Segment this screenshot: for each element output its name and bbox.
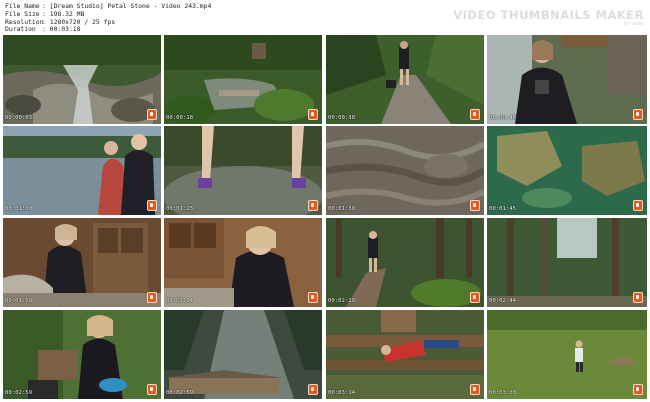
- thumbnail-3-timestamp: 00:00:30: [328, 115, 355, 121]
- thumbnail-5-image: [3, 126, 161, 215]
- thumbnail-7-image: [326, 126, 484, 215]
- studio-logo-icon: [470, 292, 480, 303]
- thumbnail-1[interactable]: 00:00:03: [3, 35, 161, 124]
- thumbnail-16-image: [487, 310, 647, 399]
- duration-row: Duration : 00:03:18: [5, 26, 211, 34]
- thumbnail-4-timestamp: 00:00:45: [489, 115, 516, 121]
- studio-logo-icon: [633, 109, 643, 120]
- thumbnail-9-timestamp: 00:01:59: [5, 298, 32, 304]
- thumbnail-15-timestamp: 00:03:14: [328, 390, 355, 396]
- thumbnail-8-timestamp: 00:01:45: [489, 206, 516, 212]
- duration-key: Duration: [5, 25, 36, 34]
- thumbnail-6[interactable]: 00:01:15: [164, 126, 322, 215]
- studio-logo-icon: [633, 292, 643, 303]
- thumbnail-7[interactable]: 00:01:30: [326, 126, 484, 215]
- thumbnail-15[interactable]: 00:03:14: [326, 310, 484, 399]
- studio-logo-icon: [308, 384, 318, 395]
- thumbnail-2[interactable]: 00:00:18: [164, 35, 322, 124]
- thumbnail-4[interactable]: 00:00:45: [487, 35, 647, 124]
- thumbnail-2-timestamp: 00:00:18: [166, 115, 193, 121]
- duration-sep: :: [42, 25, 46, 34]
- thumbnail-11-timestamp: 00:02:29: [328, 298, 355, 304]
- thumbnail-12[interactable]: 00:02:44: [487, 218, 647, 307]
- thumbnail-8[interactable]: 00:01:45: [487, 126, 647, 215]
- file-info-panel: File Name : [Dream Studio] Petal Stone -…: [5, 2, 211, 34]
- studio-logo-icon: [308, 292, 318, 303]
- brand-title: VIDEO THUMBNAILS MAKER: [453, 8, 644, 22]
- thumbnail-14-timestamp: 00:02:59: [166, 390, 193, 396]
- thumbnail-1-timestamp: 00:00:03: [5, 115, 32, 121]
- studio-logo-icon: [147, 200, 157, 211]
- thumbnail-13-image: [3, 310, 161, 399]
- thumbnail-13-timestamp: 00:02:59: [5, 390, 32, 396]
- thumbnail-12-image: [487, 218, 647, 307]
- branding-watermark: VIDEO THUMBNAILS MAKER by aoao: [453, 8, 644, 27]
- thumbnail-10-timestamp: 00:02:14: [166, 298, 193, 304]
- studio-logo-icon: [470, 384, 480, 395]
- thumbnail-14-image: [164, 310, 322, 399]
- thumbnail-2-image: [164, 35, 322, 124]
- thumbnail-3[interactable]: 00:00:30: [326, 35, 484, 124]
- thumbnail-16[interactable]: 00:03:00: [487, 310, 647, 399]
- studio-logo-icon: [470, 200, 480, 211]
- thumbnail-16-timestamp: 00:03:00: [489, 390, 516, 396]
- thumbnail-9[interactable]: 00:01:59: [3, 218, 161, 307]
- studio-logo-icon: [147, 292, 157, 303]
- thumbnail-7-timestamp: 00:01:30: [328, 206, 355, 212]
- thumbnail-5[interactable]: 00:01:00: [3, 126, 161, 215]
- thumbnail-8-image: [487, 126, 647, 215]
- thumbnail-1-image: [3, 35, 161, 124]
- thumbnail-13[interactable]: 00:02:59: [3, 310, 161, 399]
- studio-logo-icon: [147, 384, 157, 395]
- studio-logo-icon: [147, 109, 157, 120]
- thumbnail-10[interactable]: 00:02:14: [164, 218, 322, 307]
- thumbnail-10-image: [164, 218, 322, 307]
- studio-logo-icon: [633, 384, 643, 395]
- thumbnail-5-timestamp: 00:01:00: [5, 206, 32, 212]
- thumbnail-12-timestamp: 00:02:44: [489, 298, 516, 304]
- studio-logo-icon: [470, 109, 480, 120]
- thumbnail-14[interactable]: 00:02:59: [164, 310, 322, 399]
- thumbnail-11[interactable]: 00:02:29: [326, 218, 484, 307]
- studio-logo-icon: [308, 109, 318, 120]
- thumbnail-9-image: [3, 218, 161, 307]
- thumbnail-6-timestamp: 00:01:15: [166, 206, 193, 212]
- thumbnail-4-image: [487, 35, 647, 124]
- thumbnail-11-image: [326, 218, 484, 307]
- thumbnail-15-image: [326, 310, 484, 399]
- studio-logo-icon: [308, 200, 318, 211]
- thumbnail-6-image: [164, 126, 322, 215]
- studio-logo-icon: [633, 200, 643, 211]
- duration-value: 00:03:18: [49, 25, 81, 34]
- thumbnail-3-image: [326, 35, 484, 124]
